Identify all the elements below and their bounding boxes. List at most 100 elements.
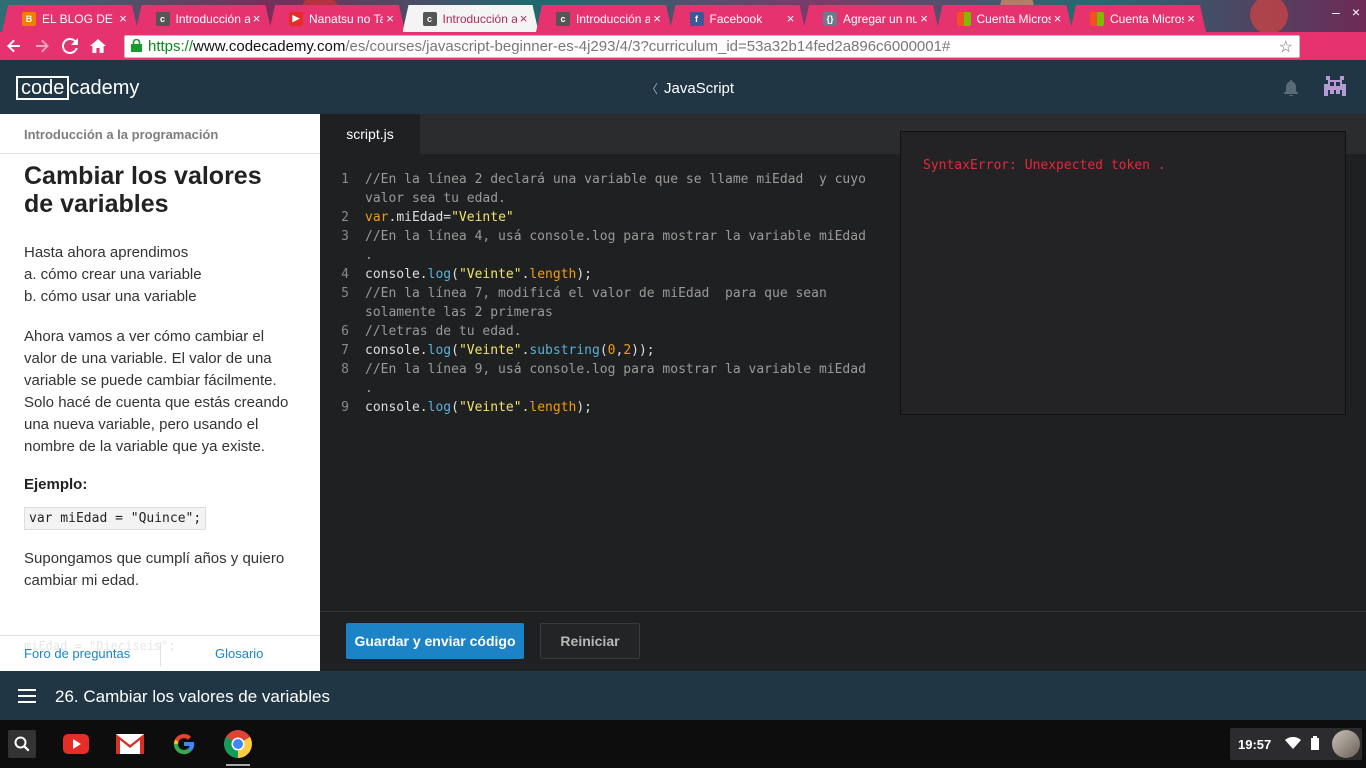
tab-close-icon[interactable]: ×	[517, 11, 531, 26]
submit-code-button[interactable]: Guardar y enviar código	[346, 623, 524, 659]
tab-title: Nanatsu no Ta	[309, 11, 383, 26]
tab-close-icon[interactable]: ×	[1051, 11, 1065, 26]
os-shelf: 19:57	[0, 720, 1366, 768]
lesson-paragraph: Ahora vamos a ver cómo cambiar el valor …	[24, 328, 289, 455]
google-icon[interactable]	[168, 728, 200, 760]
browser-tab[interactable]: Cuenta Micros ×	[1070, 5, 1206, 32]
lesson-footer: miEdad = "Dieciseis"; Foro de preguntas …	[0, 635, 320, 671]
forward-icon[interactable]	[28, 32, 56, 60]
microsoft-icon	[956, 11, 971, 26]
code-line[interactable]: 9 console.log("Veinte".length);	[320, 398, 880, 417]
browser-tab[interactable]: B EL BLOG DE LA×	[2, 5, 138, 32]
intro-line: Hasta ahora aprendimos	[24, 244, 189, 261]
code-token: (	[451, 400, 459, 415]
code-token: //En la línea 4, usá console.log para mo…	[365, 229, 874, 263]
browser-tab[interactable]: c Introducción a ×	[135, 5, 272, 32]
code-token: miEdad=	[396, 210, 452, 225]
home-icon[interactable]	[84, 32, 112, 60]
code-token: (	[451, 267, 459, 282]
code-line[interactable]: 1 //En la línea 2 declará una variable qu…	[320, 170, 880, 208]
youtube-icon[interactable]	[60, 728, 92, 760]
code-line[interactable]: 6 //letras de tu edad.	[320, 322, 880, 341]
bookmark-star-icon[interactable]: ☆	[1279, 37, 1293, 57]
code-editor-area: script.js 1 //En la línea 2 declará una v…	[320, 114, 1366, 611]
action-bar: Guardar y enviar código Reiniciar	[320, 611, 1366, 671]
chrome-icon[interactable]	[222, 728, 254, 766]
tab-close-icon[interactable]: ×	[116, 11, 130, 26]
tab-close-icon[interactable]: ×	[383, 11, 397, 26]
wifi-icon	[1285, 736, 1302, 752]
gmail-icon[interactable]	[114, 728, 146, 760]
codecademy-icon: c	[422, 11, 437, 26]
tab-title: Agregar un nu	[843, 11, 917, 26]
tab-title: Introducción a	[175, 11, 250, 26]
back-icon[interactable]	[0, 32, 28, 60]
browser-tab[interactable]: {} Agregar un nu ×	[803, 5, 939, 32]
code-token: //En la línea 7, modificá el valor de mi…	[365, 286, 835, 320]
line-number: 7	[341, 343, 349, 358]
browser-tab[interactable]: c Introducción a ×	[402, 5, 539, 32]
code-token: "Veinte"	[451, 210, 514, 225]
output-console: SyntaxError: Unexpected token .	[900, 131, 1346, 415]
code-token: "Veinte"	[458, 267, 522, 282]
tab-close-icon[interactable]: ×	[650, 11, 664, 26]
browser-tab-strip: BEL BLOG DE LA×cIntroducción a×▶Nanatsu …	[0, 0, 1366, 32]
browser-tab[interactable]: f Facebook ×	[669, 5, 806, 32]
site-header: code cademy 〈 JavaScript	[0, 60, 1366, 114]
reload-icon[interactable]	[56, 32, 84, 60]
line-number: 3	[341, 229, 349, 244]
code-line[interactable]: 8 //En la línea 9, usá console.log para m…	[320, 360, 880, 398]
codecademy-icon: c	[155, 11, 170, 26]
tab-title: Cuenta Micros	[1110, 11, 1184, 26]
tab-close-icon[interactable]: ×	[1184, 11, 1198, 26]
intro-line: b. cómo usar una variable	[24, 288, 197, 305]
browser-tab[interactable]: c Introducción a ×	[536, 5, 672, 32]
window-controls: – ×	[1332, 4, 1360, 20]
reset-button[interactable]: Reiniciar	[540, 623, 640, 659]
line-number: 5	[341, 286, 349, 301]
hamburger-menu-icon[interactable]	[18, 689, 36, 703]
user-avatar-icon[interactable]	[1324, 76, 1346, 98]
tab-close-icon[interactable]: ×	[917, 11, 931, 26]
code-text: var.miEdad="Veinte"	[365, 208, 880, 227]
code-token: (	[599, 343, 608, 358]
code-line[interactable]: 3 //En la línea 4, usá console.log para m…	[320, 227, 880, 265]
minimize-icon[interactable]: –	[1332, 4, 1340, 20]
forum-link[interactable]: Foro de preguntas	[24, 646, 130, 661]
search-icon[interactable]	[8, 730, 36, 758]
code-token: (	[451, 343, 459, 358]
tab-close-icon[interactable]: ×	[784, 11, 798, 26]
course-link[interactable]: 〈 JavaScript	[646, 80, 734, 97]
line-number: 6	[341, 324, 349, 339]
chevron-left-icon: 〈	[646, 82, 659, 96]
address-bar[interactable]: https://www.codecademy.com/es/courses/ja…	[124, 35, 1300, 58]
bell-icon[interactable]	[1284, 80, 1298, 97]
browser-tab[interactable]: Cuenta Micros ×	[936, 5, 1073, 32]
facebook-icon: f	[689, 11, 704, 26]
code-token: "Veinte"	[458, 400, 522, 415]
footer-divider	[160, 642, 161, 666]
battery-icon	[1311, 735, 1320, 753]
codecademy-logo[interactable]: code cademy	[16, 76, 139, 100]
browser-tab[interactable]: ▶ Nanatsu no Ta ×	[269, 5, 405, 32]
code-editor[interactable]: 1 //En la línea 2 declará una variable qu…	[320, 170, 880, 417]
system-tray[interactable]: 19:57	[1230, 728, 1362, 760]
code-token: log	[427, 267, 452, 282]
code-line[interactable]: 7 console.log("Veinte".substring(0,2));	[320, 341, 880, 360]
code-line[interactable]: 5 //En la línea 7, modificá el valor de m…	[320, 284, 880, 322]
code-icon: {}	[823, 11, 837, 26]
youtube-icon: ▶	[289, 11, 303, 26]
code-text: console.log("Veinte".length);	[365, 398, 880, 417]
tab-close-icon[interactable]: ×	[250, 11, 264, 26]
wallpaper-flower	[1250, 0, 1288, 32]
clock: 19:57	[1238, 736, 1272, 752]
lesson-nav-title[interactable]: 26. Cambiar los valores de variables	[55, 687, 330, 707]
close-window-icon[interactable]: ×	[1352, 4, 1360, 20]
file-tab-script[interactable]: script.js	[320, 114, 420, 154]
code-line[interactable]: 2 var.miEdad="Veinte"	[320, 208, 880, 227]
glossary-link[interactable]: Glosario	[215, 646, 263, 661]
running-indicator	[226, 764, 250, 766]
lesson-breadcrumb[interactable]: Introducción a la programación	[0, 114, 320, 154]
blogger-icon: B	[22, 11, 36, 26]
code-line[interactable]: 4 console.log("Veinte".length);	[320, 265, 880, 284]
